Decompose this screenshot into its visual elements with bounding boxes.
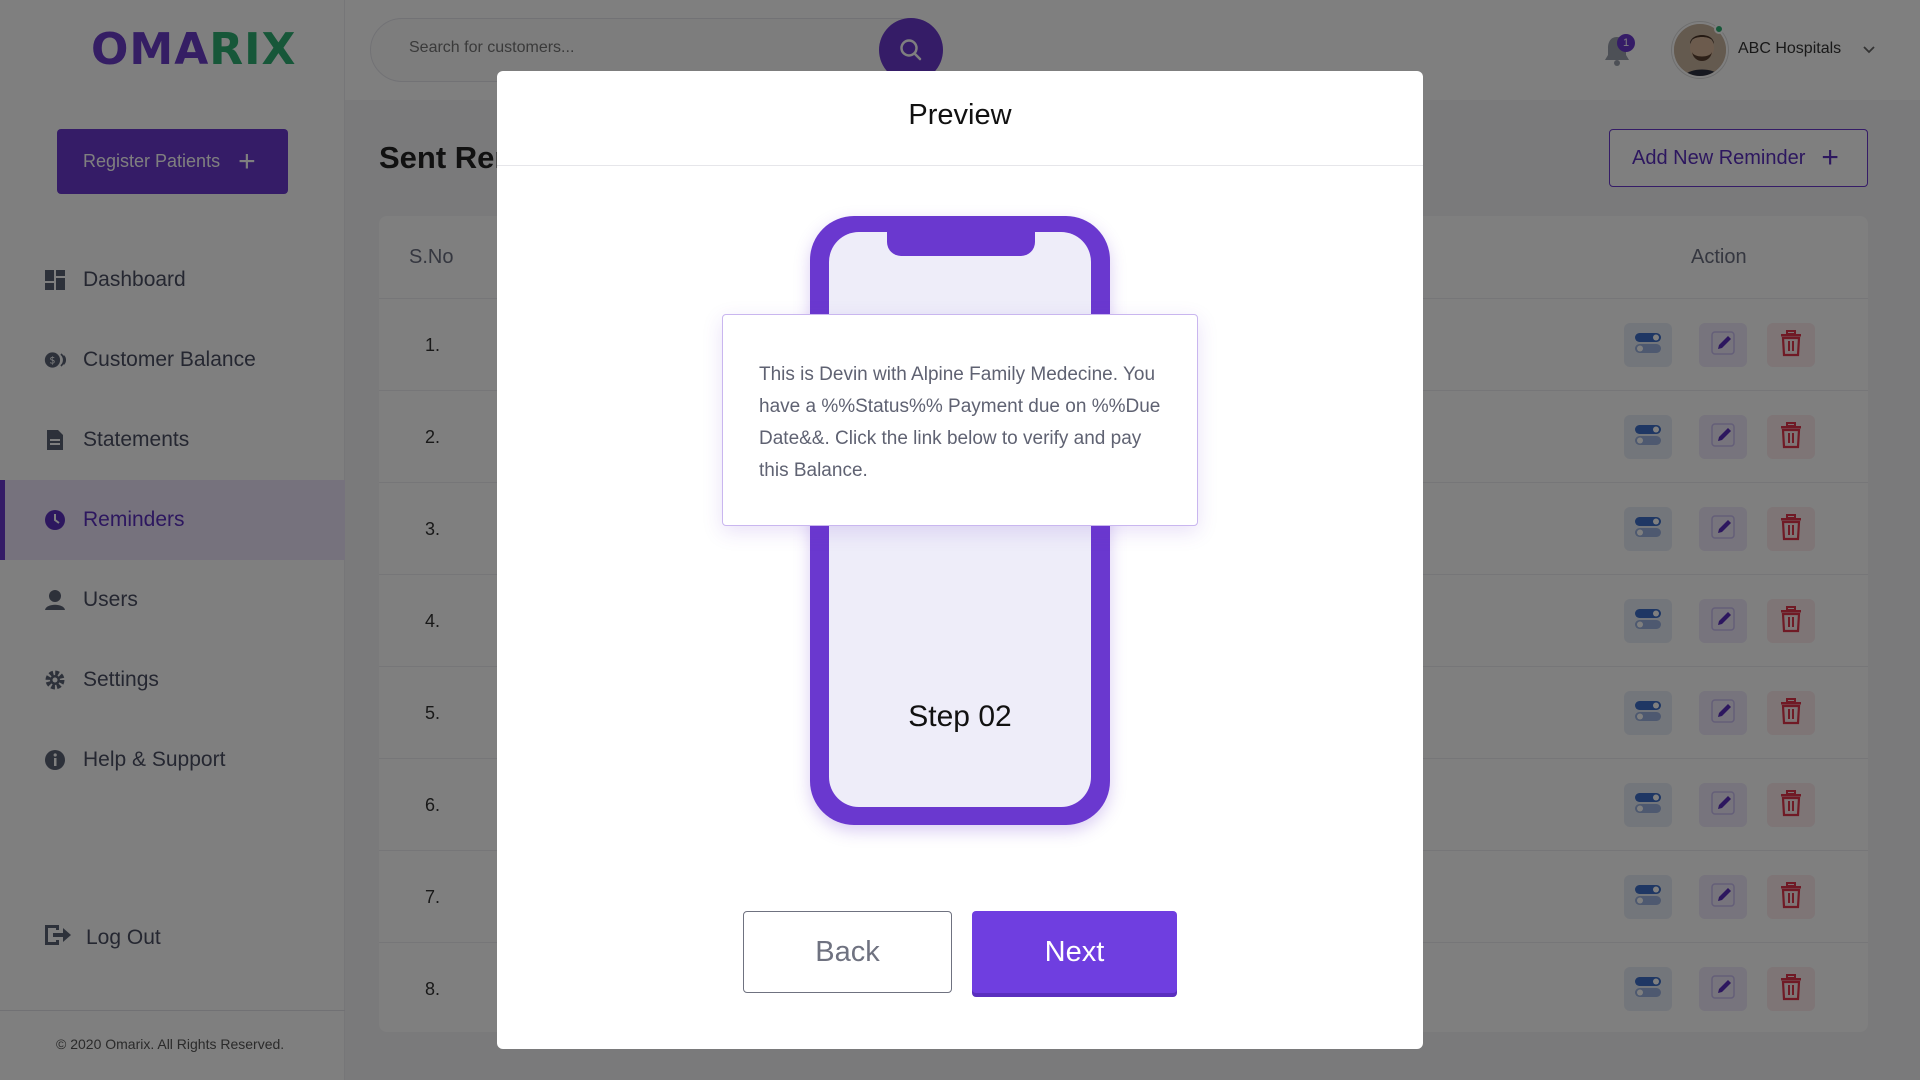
next-button[interactable]: Next (972, 911, 1177, 993)
divider (497, 165, 1423, 166)
message-text: This is Devin with Alpine Family Medecin… (759, 364, 1161, 481)
preview-modal: Preview Step 02 This is Devin with Alpin… (497, 71, 1423, 1049)
back-button[interactable]: Back (743, 911, 952, 993)
message-preview-card: This is Devin with Alpine Family Medecin… (722, 314, 1198, 526)
phone-notch (887, 232, 1035, 256)
modal-title: Preview (908, 99, 1012, 131)
step-label: Step 02 (908, 700, 1012, 733)
